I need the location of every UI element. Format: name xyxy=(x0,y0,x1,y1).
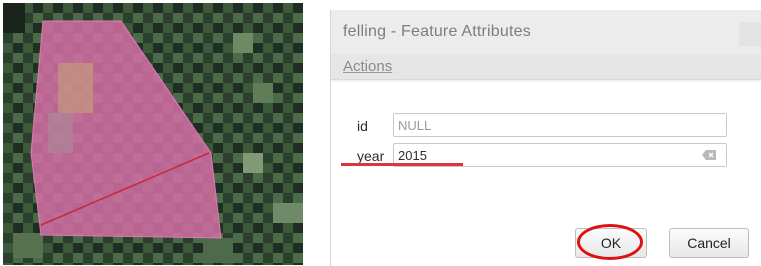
field-label-year: year xyxy=(357,148,385,164)
close-icon[interactable] xyxy=(739,22,761,46)
clear-text-icon[interactable] xyxy=(702,150,716,160)
menu-actions[interactable]: Actions xyxy=(343,58,392,75)
dialog-form: id NULL year 2015 OK Cancel xyxy=(331,82,761,266)
annotation-underline xyxy=(341,163,463,166)
dialog-menubar: Actions xyxy=(331,54,761,80)
id-field-value: NULL xyxy=(398,117,432,133)
dialog-titlebar[interactable]: felling - Feature Attributes xyxy=(331,10,761,54)
feature-attributes-dialog: felling - Feature Attributes Actions id … xyxy=(330,10,761,266)
dialog-title: felling - Feature Attributes xyxy=(343,23,531,40)
annotation-circle xyxy=(577,224,643,260)
field-label-id: id xyxy=(357,118,368,134)
id-field[interactable]: NULL xyxy=(393,113,727,137)
map-canvas[interactable] xyxy=(3,3,303,265)
map-imagery xyxy=(3,3,303,265)
cancel-button[interactable]: Cancel xyxy=(669,228,749,258)
year-field-value: 2015 xyxy=(398,147,427,163)
